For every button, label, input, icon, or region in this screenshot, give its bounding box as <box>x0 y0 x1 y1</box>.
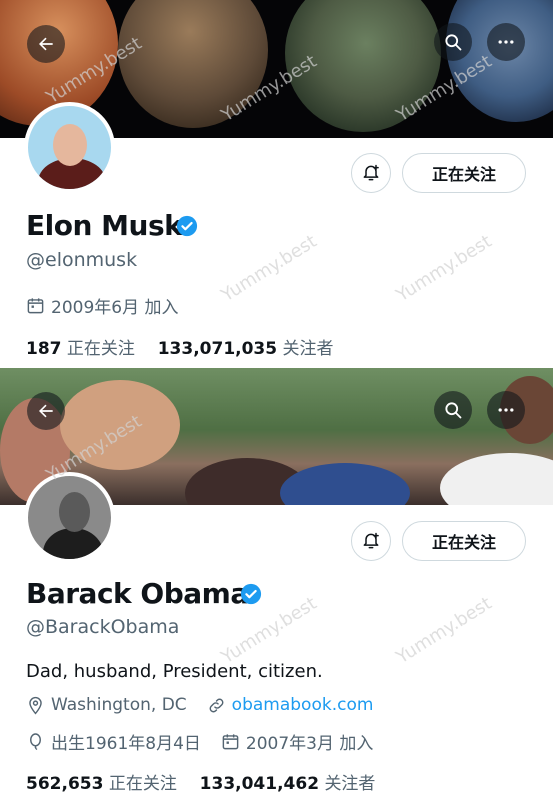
mars-planet-image <box>118 0 268 128</box>
birthday-text: 出生1961年8月4日 <box>51 734 201 754</box>
profile-handle: @BarackObama <box>26 616 180 638</box>
following-label[interactable]: 正在关注 <box>67 339 135 359</box>
avatar-face <box>53 124 87 166</box>
verified-badge-icon <box>240 583 262 605</box>
joined-text: 2007年3月 加入 <box>245 734 374 754</box>
follow-stats: 562,653 正在关注 133,041,462 关注者 <box>26 769 375 794</box>
location-icon <box>29 696 42 714</box>
profile-name: Barack Obama <box>26 577 249 610</box>
profile-handle: @elonmusk <box>26 249 138 271</box>
avatar[interactable] <box>24 102 115 193</box>
more-icon <box>498 408 514 412</box>
crowd-photo-area <box>280 463 410 505</box>
avatar-body <box>43 528 103 559</box>
profile-location-and-website: Washington, DC obamabook.com <box>26 695 373 715</box>
follow-stats: 187 正在关注 133,071,035 关注者 <box>26 334 334 359</box>
terraformed-planet-image <box>285 0 441 132</box>
calendar-icon <box>27 298 44 314</box>
more-button[interactable] <box>487 391 525 429</box>
balloon-icon <box>30 733 41 750</box>
joined-text: 2009年6月 加入 <box>51 298 179 318</box>
following-button[interactable]: 正在关注 <box>402 153 526 193</box>
search-icon <box>445 34 462 51</box>
following-count[interactable]: 187 <box>26 339 62 359</box>
notifications-button[interactable] <box>351 153 391 193</box>
more-icon <box>498 40 514 44</box>
avatar[interactable] <box>24 472 115 563</box>
verified-badge-icon <box>176 215 198 237</box>
crowd-photo-area <box>60 380 180 470</box>
followers-label[interactable]: 关注者 <box>324 774 375 794</box>
following-count[interactable]: 562,653 <box>26 774 103 794</box>
location-text: Washington, DC <box>51 695 187 715</box>
arrow-left-icon <box>39 37 53 51</box>
followers-count[interactable]: 133,041,462 <box>200 774 319 794</box>
search-button[interactable] <box>434 23 472 61</box>
notification-bell-icon <box>363 164 379 181</box>
profile-barack-obama: 正在关注 Barack Obama @BarackObama Dad, husb… <box>0 368 553 800</box>
profile-birthday-and-joined: 出生1961年8月4日 2007年3月 加入 <box>26 729 373 754</box>
joined-date: 2009年6月 加入 <box>26 293 178 318</box>
back-button[interactable] <box>27 25 65 63</box>
search-button[interactable] <box>434 391 472 429</box>
notifications-button[interactable] <box>351 521 391 561</box>
more-button[interactable] <box>487 23 525 61</box>
link-icon <box>209 698 224 712</box>
following-button[interactable]: 正在关注 <box>402 521 526 561</box>
profile-bio: Dad, husband, President, citizen. <box>26 661 323 682</box>
notification-bell-icon <box>363 532 379 549</box>
avatar-face <box>59 492 90 532</box>
search-icon <box>445 402 462 419</box>
back-button[interactable] <box>27 392 65 430</box>
crowd-photo-area <box>440 453 553 505</box>
arrow-left-icon <box>39 404 53 418</box>
following-label[interactable]: 正在关注 <box>109 774 177 794</box>
followers-label[interactable]: 关注者 <box>283 339 334 359</box>
earth-planet-image <box>446 0 553 122</box>
calendar-icon <box>222 734 239 750</box>
followers-count[interactable]: 133,071,035 <box>158 339 277 359</box>
website-link[interactable]: obamabook.com <box>232 695 374 715</box>
profile-name: Elon Musk <box>26 209 183 242</box>
profile-elon-musk: 正在关注 Elon Musk @elonmusk 2009年6月 加入 187 … <box>0 0 553 368</box>
